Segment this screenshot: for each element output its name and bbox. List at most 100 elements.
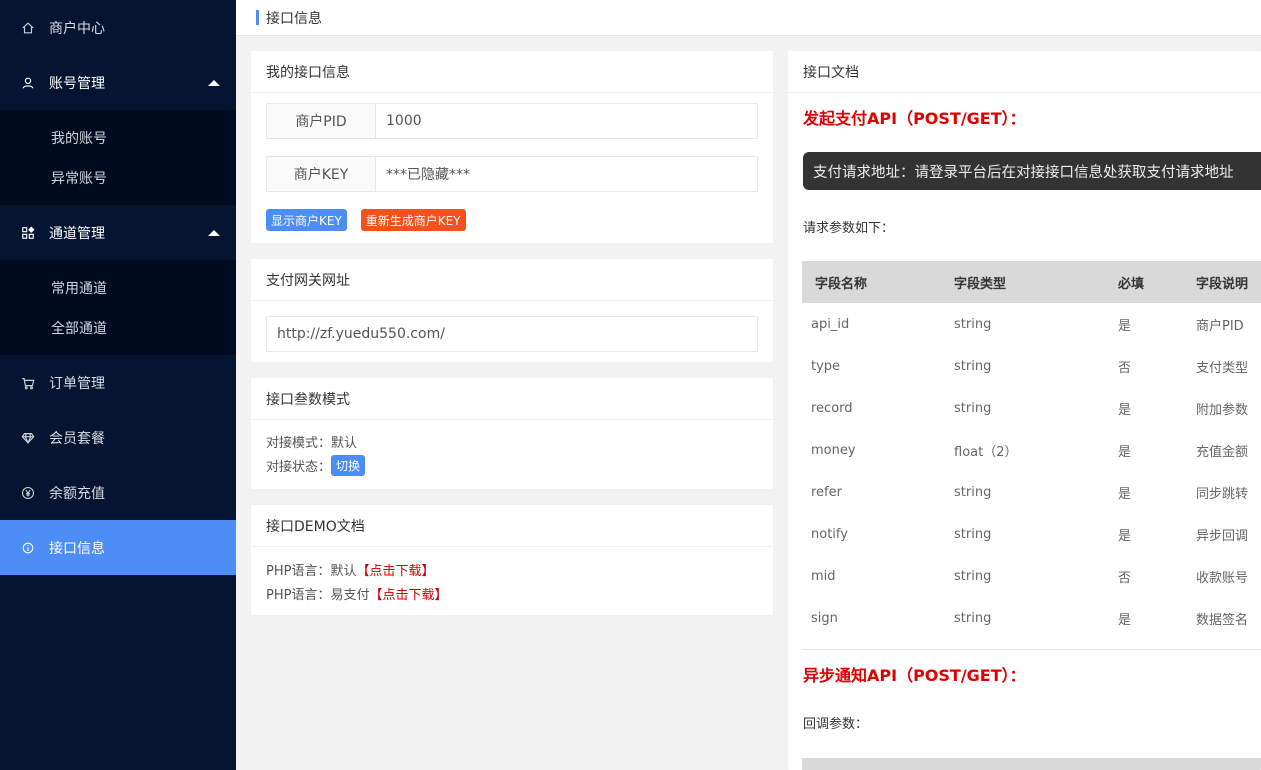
caret-up-icon [208,229,220,236]
pay-url-note: 支付请求地址：请登录平台后在对接接口信息处获取支付请求地址 [803,152,1261,190]
card-title: 接口叁数模式 [251,378,773,420]
gateway-url-field[interactable]: http://zf.yuedu550.com/ [266,316,758,352]
nav-label: 余额充值 [49,485,105,502]
table-cell: float（2） [954,444,1018,460]
nav-channel-mgmt[interactable]: 通道管理 [0,205,236,260]
my-api-card: 我的接口信息 商户PID 1000 商户KEY ***已隐藏*** 显示商户KE… [251,51,773,243]
home-icon [20,20,36,36]
table-row: refer string 是 同步跳转 [802,471,1261,513]
mode-line: 对接模式：默认 [266,435,358,451]
user-icon [20,75,36,91]
docs-card: 接口文档 发起支付API（POST/GET）： 支付请求地址：请登录平台后在对接… [788,51,1261,770]
table-cell: 收款账号 [1196,570,1249,586]
regenerate-key-button[interactable]: 重新生成商户KEY [360,209,466,231]
nav-common-channel[interactable]: 常用通道 [0,268,236,308]
table-row: mid string 否 收款账号 [802,555,1261,597]
nav-account-mgmt[interactable]: 账号管理 [0,55,236,110]
table-cell: 是 [1118,486,1132,502]
demo-line-text: PHP语言：易支付 [266,587,370,603]
table-cell: string [954,484,992,500]
table-cell: 是 [1118,612,1132,628]
nav-label: 会员套餐 [49,430,105,447]
table-cell: refer [811,484,842,500]
table-row: api_id string 是 商户PID [802,303,1261,345]
page-title: 接口信息 [266,10,322,27]
nav-label: 接口信息 [49,540,105,557]
nav-label: 通道管理 [49,225,105,242]
table-cell: api_id [811,316,850,332]
table-cell: type [811,358,841,374]
header-accent-bar [256,10,259,25]
gateway-row: http://zf.yuedu550.com/ [266,316,758,352]
table-cell: 数据签名 [1196,612,1249,628]
callback-table-header [802,758,1261,770]
table-cell: notify [811,526,848,542]
table-cell: money [811,442,856,458]
download-link-epay[interactable]: 【点击下载】 [369,584,447,603]
table-cell: string [954,400,992,416]
nav-abnormal-account[interactable]: 异常账号 [0,158,236,198]
account-subnav: 我的账号 异常账号 [0,110,236,205]
key-field[interactable]: ***已隐藏*** [376,156,758,192]
table-cell: string [954,610,992,626]
table-cell: 充值金额 [1196,444,1249,460]
card-title: 支付网关网址 [251,259,773,301]
info-icon [20,540,36,556]
table-header-row: 字段名称 字段类型 必填 字段说明 [802,261,1261,303]
table-row: money float（2） 是 充值金额 [802,429,1261,471]
table-cell: 是 [1118,528,1132,544]
table-cell: 否 [1118,360,1132,376]
col-header: 必填 [1118,261,1196,303]
table-cell: mid [811,568,836,584]
diamond-icon [20,430,36,446]
demo-line-default: PHP语言：默认 【点击下载】 [251,557,773,581]
nav-label: 账号管理 [49,75,105,92]
switch-button[interactable]: 切换 [331,454,366,476]
table-cell: 支付类型 [1196,360,1249,376]
apps-icon [20,225,36,241]
card-title: 我的接口信息 [251,51,773,93]
download-link-default[interactable]: 【点击下载】 [356,560,434,579]
table-row: sign string 是 数据签名 [802,597,1261,639]
nav-label: 订单管理 [49,375,105,392]
table-cell: 是 [1118,402,1132,418]
nav-balance-recharge[interactable]: 余额充值 [0,465,236,520]
notify-api-heading: 异步通知API（POST/GET）： [803,666,1026,685]
pid-field[interactable]: 1000 [376,103,758,139]
table-cell: record [811,400,853,416]
table-cell: 否 [1118,570,1132,586]
status-label: 对接状态： [266,459,332,475]
nav-label: 商户中心 [49,20,105,37]
pid-label: 商户PID [266,103,376,139]
callback-label: 回调参数： [803,717,869,732]
table-cell: 商户PID [1196,318,1244,334]
table-row: record string 是 附加参数 [802,387,1261,429]
table-cell: 同步跳转 [1196,486,1249,502]
key-actions: 显示商户KEY 重新生成商户KEY [266,209,773,231]
param-mode-card: 接口叁数模式 对接模式：默认 对接状态： 切换 [251,378,773,489]
table-row: notify string 是 异步回调 [802,513,1261,555]
req-params-label: 请求参数如下： [803,221,895,236]
nav-all-channel[interactable]: 全部通道 [0,308,236,348]
nav-order-mgmt[interactable]: 订单管理 [0,355,236,410]
page-header: 接口信息 [236,0,1261,36]
sidebar: 商户中心 账号管理 我的账号 异常账号 通道管理 常用通道 全部通道 订单管理 … [0,0,236,770]
table-cell: 是 [1118,318,1132,334]
pid-row: 商户PID 1000 [266,103,758,139]
nav-member-plan[interactable]: 会员套餐 [0,410,236,465]
demo-line-epay: PHP语言：易支付 【点击下载】 [251,581,773,605]
demo-line-text: PHP语言：默认 [266,563,357,579]
table-cell: 是 [1118,444,1132,460]
channel-subnav: 常用通道 全部通道 [0,260,236,355]
card-title: 接口DEMO文档 [251,505,773,547]
nav-merchant-center[interactable]: 商户中心 [0,0,236,55]
show-key-button[interactable]: 显示商户KEY [266,209,347,231]
nav-api-info[interactable]: 接口信息 [0,520,236,575]
nav-my-account[interactable]: 我的账号 [0,118,236,158]
yen-icon [20,485,36,501]
key-label: 商户KEY [266,156,376,192]
divider [802,649,1261,650]
table-cell: string [954,316,992,332]
key-row: 商户KEY ***已隐藏*** [266,156,758,192]
col-header: 字段类型 [954,261,1118,303]
